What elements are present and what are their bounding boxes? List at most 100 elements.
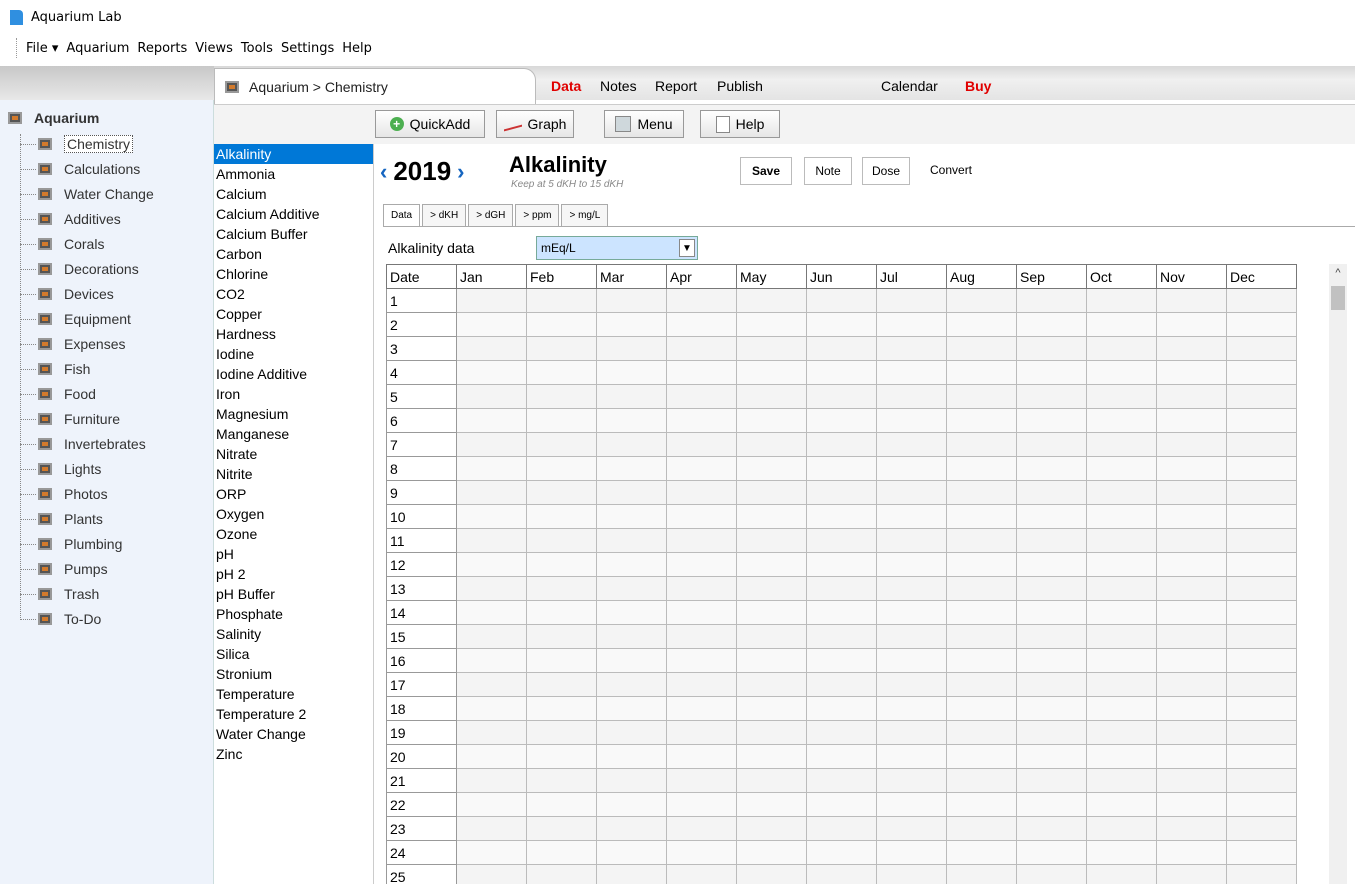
data-cell[interactable]	[946, 792, 1017, 817]
unit-tab[interactable]: > ppm	[515, 204, 560, 226]
tree-item-devices[interactable]: Devices	[20, 283, 114, 305]
data-cell[interactable]	[1086, 504, 1157, 529]
data-cell[interactable]	[1086, 336, 1157, 361]
data-cell[interactable]	[526, 552, 597, 577]
data-cell[interactable]	[1226, 768, 1297, 793]
data-cell[interactable]	[806, 528, 877, 553]
data-cell[interactable]	[456, 456, 527, 481]
data-cell[interactable]	[946, 696, 1017, 721]
data-cell[interactable]	[666, 528, 737, 553]
data-cell[interactable]	[1156, 720, 1227, 745]
data-cell[interactable]	[1016, 384, 1087, 409]
column-header[interactable]: Jan	[456, 264, 527, 289]
tree-item-lights[interactable]: Lights	[20, 458, 101, 480]
previous-year-arrow-icon[interactable]: ‹	[380, 159, 387, 185]
data-cell[interactable]	[1086, 576, 1157, 601]
data-cell[interactable]	[876, 528, 947, 553]
data-cell[interactable]	[736, 528, 807, 553]
data-cell[interactable]	[1086, 624, 1157, 649]
unit-tab[interactable]: Data	[383, 204, 421, 226]
data-cell[interactable]	[596, 696, 667, 721]
data-cell[interactable]	[1086, 528, 1157, 553]
data-cell[interactable]	[596, 672, 667, 697]
convert-link[interactable]: Convert	[930, 163, 972, 177]
menu-reports[interactable]: Reports	[133, 41, 191, 56]
data-cell[interactable]	[1156, 864, 1227, 884]
menu-button[interactable]: Menu	[604, 110, 684, 138]
tree-item-calculations[interactable]: Calculations	[20, 158, 140, 180]
parameter-item[interactable]: Silica	[214, 644, 373, 664]
nav-notes[interactable]: Notes	[600, 78, 637, 94]
data-cell[interactable]	[1226, 336, 1297, 361]
parameter-item[interactable]: Stronium	[214, 664, 373, 684]
data-cell[interactable]	[666, 816, 737, 841]
data-cell[interactable]	[806, 384, 877, 409]
tree-item-trash[interactable]: Trash	[20, 583, 99, 605]
data-cell[interactable]	[1086, 696, 1157, 721]
parameter-item[interactable]: Temperature 2	[214, 704, 373, 724]
data-cell[interactable]	[736, 624, 807, 649]
menu-settings[interactable]: Settings	[277, 41, 338, 56]
data-cell[interactable]	[736, 648, 807, 673]
data-cell[interactable]	[1086, 600, 1157, 625]
data-cell[interactable]	[806, 720, 877, 745]
data-cell[interactable]	[806, 552, 877, 577]
data-cell[interactable]	[876, 576, 947, 601]
data-cell[interactable]	[946, 480, 1017, 505]
data-cell[interactable]	[596, 312, 667, 337]
data-cell[interactable]	[946, 528, 1017, 553]
tree-item-plants[interactable]: Plants	[20, 508, 103, 530]
data-cell[interactable]	[946, 744, 1017, 769]
data-cell[interactable]	[456, 408, 527, 433]
parameter-item[interactable]: Iron	[214, 384, 373, 404]
data-cell[interactable]	[456, 696, 527, 721]
data-cell[interactable]	[1156, 336, 1227, 361]
data-cell[interactable]	[526, 384, 597, 409]
data-cell[interactable]	[456, 336, 527, 361]
data-cell[interactable]	[526, 840, 597, 865]
data-cell[interactable]	[1226, 696, 1297, 721]
tree-root[interactable]: Aquarium	[8, 110, 99, 126]
data-cell[interactable]	[1016, 408, 1087, 433]
data-cell[interactable]	[946, 864, 1017, 884]
data-cell[interactable]	[666, 504, 737, 529]
data-cell[interactable]	[736, 432, 807, 457]
data-cell[interactable]	[456, 816, 527, 841]
data-cell[interactable]	[946, 336, 1017, 361]
data-cell[interactable]	[1016, 720, 1087, 745]
data-cell[interactable]	[1016, 840, 1087, 865]
data-cell[interactable]	[946, 456, 1017, 481]
data-cell[interactable]	[1226, 480, 1297, 505]
column-header[interactable]: Nov	[1156, 264, 1227, 289]
data-cell[interactable]	[876, 768, 947, 793]
parameter-item[interactable]: Carbon	[214, 244, 373, 264]
tree-item-food[interactable]: Food	[20, 383, 96, 405]
data-cell[interactable]	[1086, 648, 1157, 673]
data-cell[interactable]	[1156, 672, 1227, 697]
data-cell[interactable]	[666, 336, 737, 361]
data-cell[interactable]	[1086, 432, 1157, 457]
data-cell[interactable]	[1156, 360, 1227, 385]
data-cell[interactable]	[946, 672, 1017, 697]
unit-tab[interactable]: > dKH	[422, 204, 467, 226]
nav-publish[interactable]: Publish	[717, 78, 763, 94]
data-cell[interactable]	[596, 288, 667, 313]
data-cell[interactable]	[456, 432, 527, 457]
data-cell[interactable]	[1226, 408, 1297, 433]
data-cell[interactable]	[876, 864, 947, 884]
breadcrumb-tab[interactable]: Aquarium > Chemistry	[214, 68, 536, 104]
data-cell[interactable]	[1156, 600, 1227, 625]
data-cell[interactable]	[946, 432, 1017, 457]
data-cell[interactable]	[1226, 504, 1297, 529]
data-cell[interactable]	[526, 456, 597, 481]
data-cell[interactable]	[806, 312, 877, 337]
data-cell[interactable]	[876, 312, 947, 337]
data-cell[interactable]	[666, 600, 737, 625]
data-cell[interactable]	[526, 336, 597, 361]
data-cell[interactable]	[596, 480, 667, 505]
data-cell[interactable]	[876, 456, 947, 481]
parameter-item[interactable]: Nitrite	[214, 464, 373, 484]
data-cell[interactable]	[1016, 624, 1087, 649]
tree-item-furniture[interactable]: Furniture	[20, 408, 120, 430]
data-cell[interactable]	[1226, 528, 1297, 553]
